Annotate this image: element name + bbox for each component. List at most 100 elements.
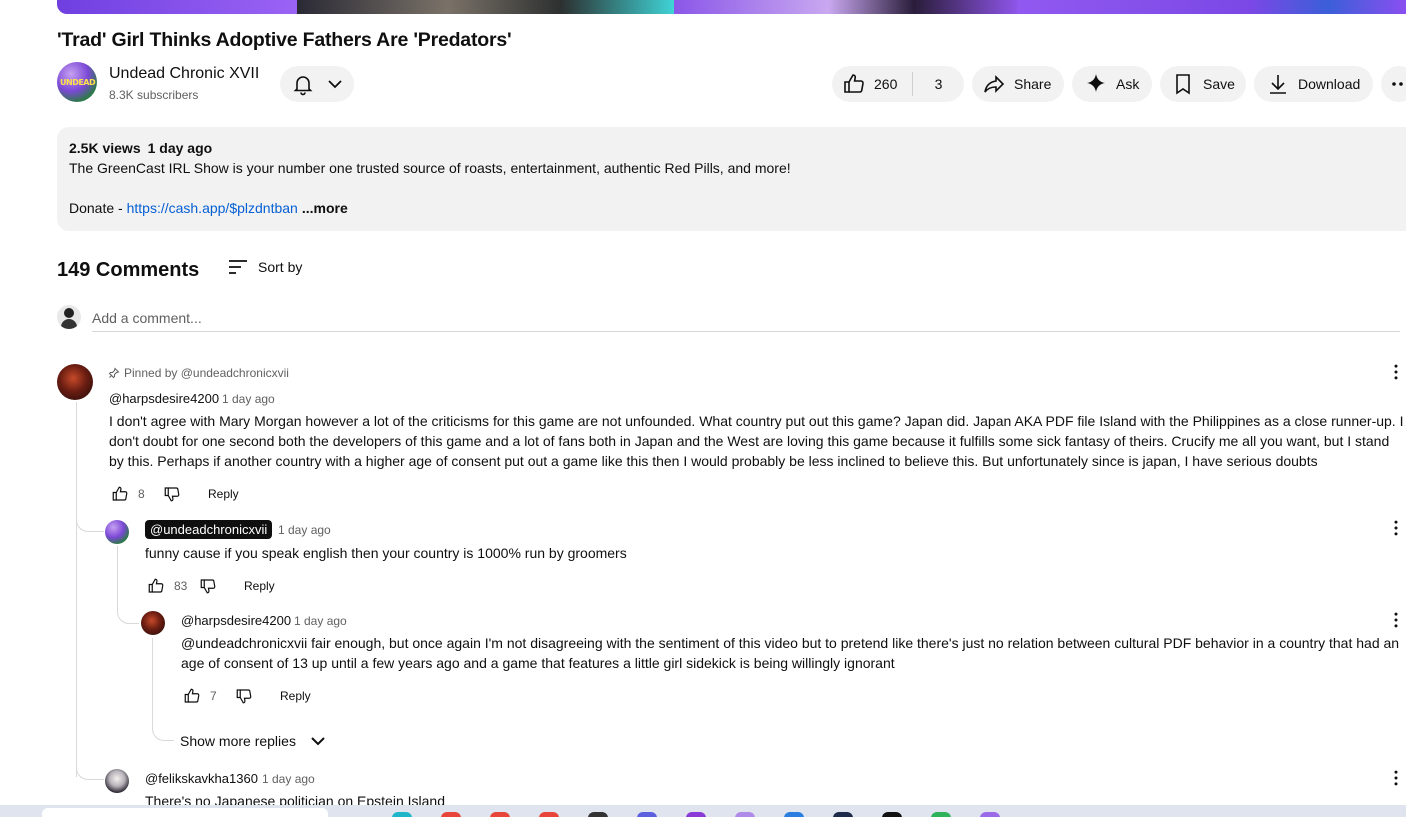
thread-connector bbox=[76, 510, 104, 532]
sort-icon bbox=[226, 255, 250, 279]
taskbar-app-icon[interactable] bbox=[931, 812, 951, 817]
chevron-down-icon bbox=[323, 72, 347, 96]
download-icon bbox=[1266, 72, 1290, 96]
notification-bell-button[interactable] bbox=[280, 66, 354, 102]
comment-time[interactable]: 1 day ago bbox=[222, 392, 275, 406]
taskbar-search[interactable] bbox=[42, 808, 328, 817]
dislike-button[interactable]: 3 bbox=[913, 76, 964, 92]
comment-text: I don't agree with Mary Morgan however a… bbox=[109, 413, 1404, 469]
comment-menu-button[interactable] bbox=[1384, 766, 1406, 790]
taskbar-app-icon[interactable] bbox=[686, 812, 706, 817]
thumbs-up-icon[interactable] bbox=[144, 574, 168, 598]
chevron-down-icon bbox=[306, 729, 330, 753]
taskbar-app-icon[interactable] bbox=[539, 812, 559, 817]
upload-age: 1 day ago bbox=[147, 140, 213, 156]
show-more-replies-button[interactable]: Show more replies bbox=[180, 729, 330, 753]
channel-avatar[interactable]: UNDEAD bbox=[57, 62, 97, 102]
taskbar-app-icon[interactable] bbox=[490, 812, 510, 817]
taskbar-app-icon[interactable] bbox=[980, 812, 1000, 817]
more-horizontal-icon bbox=[1389, 72, 1406, 96]
taskbar-app-icon[interactable] bbox=[833, 812, 853, 817]
thumbs-down-icon[interactable] bbox=[232, 684, 256, 708]
comment-author[interactable]: @harpsdesire4200 bbox=[181, 613, 291, 628]
reply-button[interactable]: Reply bbox=[280, 689, 311, 703]
subscriber-count: 8.3K subscribers bbox=[109, 88, 199, 102]
donate-link[interactable]: https://cash.app/$plzdntban bbox=[127, 200, 298, 216]
comment-like-count: 7 bbox=[210, 689, 217, 703]
comment-menu-button[interactable] bbox=[1384, 360, 1406, 384]
comment-avatar[interactable] bbox=[105, 520, 129, 544]
taskbar-app-icon[interactable] bbox=[441, 812, 461, 817]
description-donate-line: Donate - https://cash.app/$plzdntban ...m… bbox=[69, 200, 348, 216]
thread-connector bbox=[117, 596, 139, 624]
taskbar-app-icon[interactable] bbox=[588, 812, 608, 817]
comment-time[interactable]: 1 day ago bbox=[294, 614, 347, 628]
comments-count: 149 Comments bbox=[57, 259, 200, 281]
comment-like-count: 83 bbox=[174, 579, 188, 593]
taskbar-app-icon[interactable] bbox=[784, 812, 804, 817]
bookmark-icon bbox=[1171, 72, 1195, 96]
comment-avatar[interactable] bbox=[141, 611, 165, 635]
comment-like-count: 8 bbox=[138, 487, 145, 501]
thread-connector bbox=[152, 638, 174, 741]
comment-author[interactable]: @harpsdesire4200 bbox=[109, 391, 219, 406]
save-button[interactable]: Save bbox=[1160, 66, 1246, 102]
like-count: 260 bbox=[874, 76, 898, 92]
thumbs-down-icon[interactable] bbox=[196, 574, 220, 598]
more-actions-button[interactable] bbox=[1381, 66, 1406, 102]
pinned-badge: Pinned by @undeadchronicxvii bbox=[108, 366, 289, 380]
video-frame-segment bbox=[57, 0, 297, 14]
thread-connector bbox=[76, 760, 104, 780]
os-taskbar bbox=[0, 805, 1406, 817]
comment-time[interactable]: 1 day ago bbox=[278, 523, 331, 537]
pinned-label: Pinned by @undeadchronicxvii bbox=[124, 366, 289, 380]
comment-time[interactable]: 1 day ago bbox=[262, 772, 315, 786]
video-title: 'Trad' Girl Thinks Adoptive Fathers Are … bbox=[57, 29, 512, 51]
thread-line bbox=[76, 402, 77, 777]
comment-text: @undeadchronicxvii fair enough, but once… bbox=[181, 635, 1400, 671]
reply-button[interactable]: Reply bbox=[244, 579, 275, 593]
sort-by-button[interactable]: Sort by bbox=[226, 255, 302, 279]
comment-menu-button[interactable] bbox=[1384, 608, 1406, 632]
thumbs-down-icon[interactable] bbox=[160, 482, 184, 506]
thumbs-up-icon[interactable] bbox=[108, 482, 132, 506]
show-more-description[interactable]: ...more bbox=[302, 200, 348, 216]
taskbar-app-icon[interactable] bbox=[882, 812, 902, 817]
description-meta: 2.5K views 1 day ago bbox=[69, 140, 1405, 156]
download-button[interactable]: Download bbox=[1254, 66, 1373, 102]
like-button[interactable]: 260 bbox=[832, 66, 912, 102]
more-vertical-icon bbox=[1394, 520, 1398, 536]
bell-icon bbox=[291, 72, 315, 96]
ask-button[interactable]: Ask bbox=[1072, 66, 1152, 102]
comment-actions: 8 Reply bbox=[108, 482, 239, 506]
taskbar-app-icon[interactable] bbox=[735, 812, 755, 817]
share-label: Share bbox=[1014, 76, 1052, 92]
comment-author[interactable]: @felikskavkha1360 bbox=[145, 771, 258, 786]
description-box[interactable]: 2.5K views 1 day ago The GreenCast IRL S… bbox=[57, 127, 1406, 231]
thumbs-up-icon[interactable] bbox=[180, 684, 204, 708]
video-player-bottom[interactable] bbox=[57, 0, 1406, 14]
reply-button[interactable]: Reply bbox=[208, 487, 239, 501]
taskbar-app-icon[interactable] bbox=[392, 812, 412, 817]
sparkle-icon bbox=[1084, 72, 1108, 96]
comment-avatar[interactable] bbox=[57, 364, 93, 400]
save-label: Save bbox=[1203, 76, 1235, 92]
channel-avatar-logo: UNDEAD bbox=[60, 78, 96, 87]
comment-actions: 83 Reply bbox=[144, 574, 275, 598]
taskbar-app-icon[interactable] bbox=[637, 812, 657, 817]
view-count: 2.5K views bbox=[69, 140, 141, 156]
share-button[interactable]: Share bbox=[972, 66, 1064, 102]
comment-avatar[interactable] bbox=[105, 769, 129, 793]
comment-actions: 7 Reply bbox=[180, 684, 311, 708]
donate-label: Donate - bbox=[69, 200, 127, 216]
comment-menu-button[interactable] bbox=[1384, 516, 1406, 540]
thread-line bbox=[117, 546, 118, 596]
ask-label: Ask bbox=[1116, 76, 1140, 92]
add-comment-input[interactable] bbox=[92, 305, 1400, 332]
show-more-replies-label: Show more replies bbox=[180, 733, 296, 749]
channel-owner-badge[interactable]: @undeadchronicxvii bbox=[145, 520, 273, 539]
share-arrow-icon bbox=[982, 72, 1006, 96]
thumbs-up-icon bbox=[842, 72, 866, 96]
description-text: The GreenCast IRL Show is your number on… bbox=[69, 160, 791, 176]
channel-name[interactable]: Undead Chronic XVII bbox=[109, 65, 259, 83]
